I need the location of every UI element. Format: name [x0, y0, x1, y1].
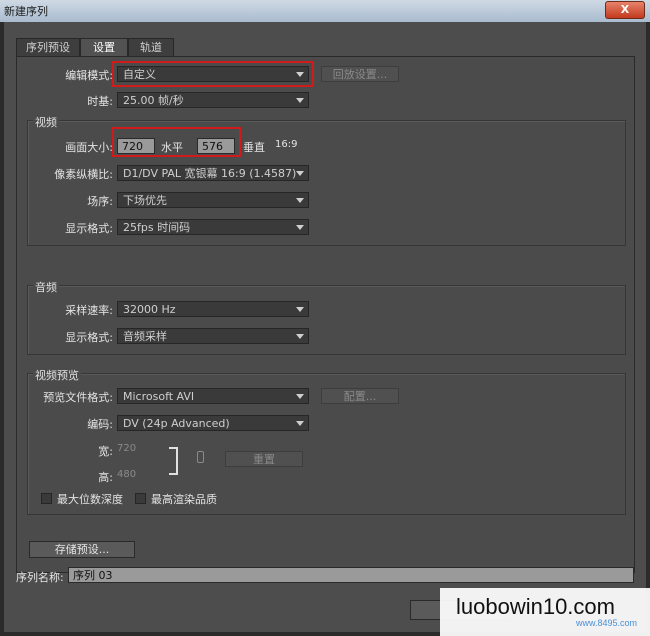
preview-width-label: 宽: [98, 445, 113, 458]
settings-panel: 编辑模式: 自定义 回放设置... 时基: 25.00 帧/秒 视频 画面大小:… [16, 56, 635, 573]
preview-height-value: 480 [117, 469, 137, 480]
codec-dropdown[interactable]: DV (24p Advanced) [117, 415, 309, 431]
chevron-down-icon [296, 421, 304, 426]
sequence-name-label: 序列名称: [16, 571, 64, 584]
audio-display-format-value: 音频采样 [123, 330, 167, 343]
timebase-dropdown[interactable]: 25.00 帧/秒 [117, 92, 309, 108]
max-render-quality-label: 最高渲染品质 [151, 493, 217, 506]
preview-file-format-dropdown[interactable]: Microsoft AVI [117, 388, 309, 404]
chevron-down-icon [296, 225, 304, 230]
audio-display-format-label: 显示格式: [65, 331, 113, 344]
watermark-subtext: www.8495.com [576, 618, 638, 628]
preview-file-format-value: Microsoft AVI [123, 390, 195, 403]
sample-rate-label: 采样速率: [65, 304, 113, 317]
max-render-quality-checkbox[interactable] [135, 493, 146, 504]
chevron-down-icon [296, 198, 304, 203]
save-preset-button[interactable]: 存储预设... [29, 541, 135, 558]
max-bit-depth-checkbox[interactable] [41, 493, 52, 504]
window-title: 新建序列 [4, 5, 48, 18]
close-button[interactable]: X [605, 1, 645, 19]
aspect-ratio-text: 16:9 [275, 139, 298, 150]
audio-display-format-dropdown[interactable]: 音频采样 [117, 328, 309, 344]
editing-mode-label: 编辑模式: [65, 69, 113, 82]
field-order-label: 场序: [87, 195, 113, 208]
sample-rate-dropdown[interactable]: 32000 Hz [117, 301, 309, 317]
playback-settings-button[interactable]: 回放设置... [321, 66, 399, 82]
link-bracket-icon [169, 447, 178, 475]
codec-value: DV (24p Advanced) [123, 417, 230, 430]
highlight-box-frame-size [112, 127, 241, 157]
field-order-dropdown[interactable]: 下场优先 [117, 192, 309, 208]
sequence-name-input[interactable]: 序列 03 [68, 567, 634, 583]
timebase-value: 25.00 帧/秒 [123, 94, 184, 107]
preview-width-value: 720 [117, 443, 137, 454]
preview-height-label: 高: [98, 471, 113, 484]
watermark: luobowin10.com www.8495.com [440, 588, 650, 636]
configure-button[interactable]: 配置... [321, 388, 399, 404]
highlight-box-editing-mode [112, 61, 314, 87]
pixel-aspect-dropdown[interactable]: D1/DV PAL 宽银幕 16:9 (1.4587) [117, 165, 309, 181]
chevron-down-icon [296, 307, 304, 312]
audio-group-label: 音频 [33, 279, 59, 295]
window-titlebar: 新建序列 X [0, 0, 650, 22]
frame-size-label: 画面大小: [65, 141, 113, 154]
sample-rate-value: 32000 Hz [123, 303, 176, 316]
pixel-aspect-value: D1/DV PAL 宽银幕 16:9 (1.4587) [123, 167, 297, 180]
codec-label: 编码: [87, 418, 113, 431]
chain-link-icon[interactable] [197, 451, 204, 463]
video-group-label: 视频 [33, 114, 59, 130]
vertical-label: 垂直 [243, 141, 265, 154]
max-bit-depth-label: 最大位数深度 [57, 493, 123, 506]
reset-button[interactable]: 重置 [225, 451, 303, 467]
chevron-down-icon [296, 334, 304, 339]
video-preview-group-label: 视频预览 [33, 367, 81, 383]
pixel-aspect-label: 像素纵横比: [54, 168, 113, 181]
tab-tracks[interactable]: 轨道 [128, 38, 174, 57]
dialog-frame: 序列预设 设置 轨道 编辑模式: 自定义 回放设置... 时基: 25.00 帧… [4, 22, 646, 632]
watermark-text: luobowin10.com [456, 594, 615, 619]
audio-group [27, 285, 626, 355]
video-display-format-label: 显示格式: [65, 222, 113, 235]
chevron-down-icon [296, 394, 304, 399]
preview-file-format-label: 预览文件格式: [43, 391, 113, 404]
timebase-label: 时基: [87, 95, 113, 108]
chevron-down-icon [296, 171, 304, 176]
field-order-value: 下场优先 [123, 194, 167, 207]
video-display-format-value: 25fps 时间码 [123, 221, 191, 234]
video-display-format-dropdown[interactable]: 25fps 时间码 [117, 219, 309, 235]
chevron-down-icon [296, 98, 304, 103]
tab-settings[interactable]: 设置 [80, 38, 128, 57]
tab-sequence-presets[interactable]: 序列预设 [16, 38, 80, 57]
